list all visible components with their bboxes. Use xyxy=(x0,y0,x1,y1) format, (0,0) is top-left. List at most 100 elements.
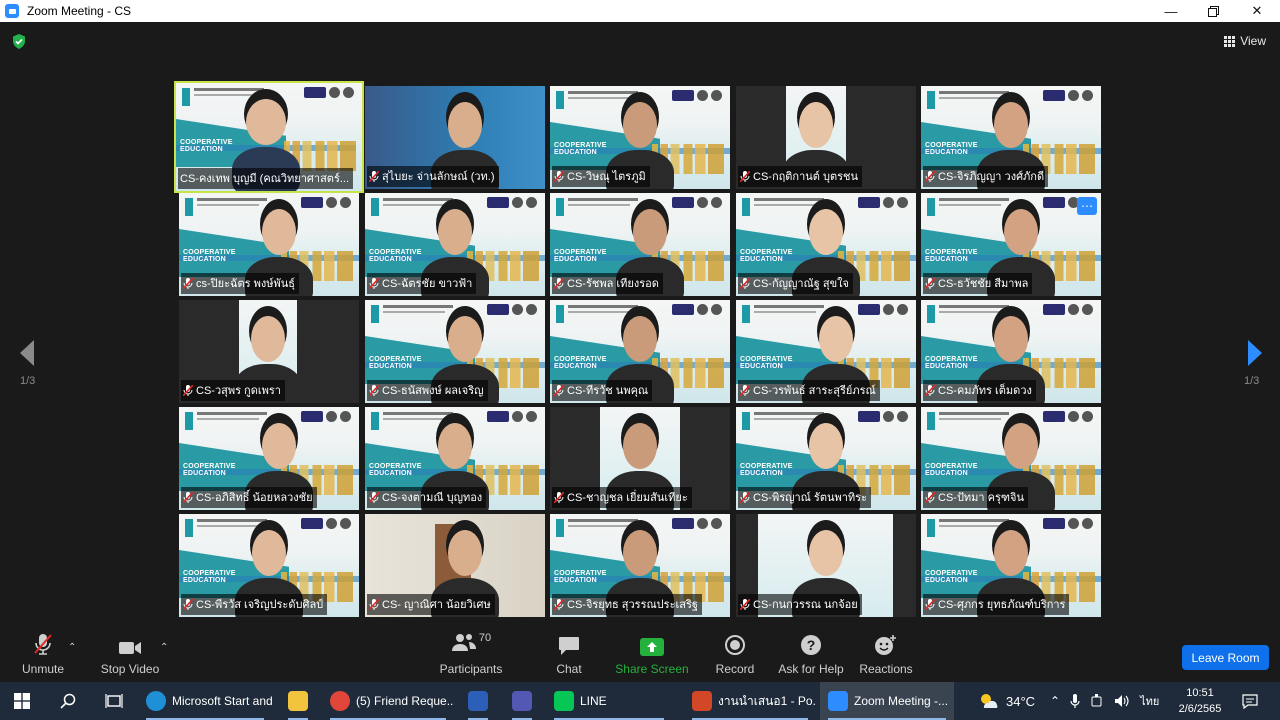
participant-tile[interactable]: COOPERATIVE EDUCATION CS-กัญญาณัฐ สุขใจ xyxy=(736,193,916,296)
microphone-icon[interactable] xyxy=(1070,694,1080,708)
taskbar-app-word[interactable] xyxy=(460,682,496,720)
participant-tile[interactable]: COOPERATIVE EDUCATION CS-วรพันธ์ สาระสุรีย… xyxy=(736,300,916,403)
unmute-label: Unmute xyxy=(21,662,65,676)
participant-tile[interactable]: COOPERATIVE EDUCATION CS-คมภัทร เต็มดวง xyxy=(921,300,1101,403)
participant-name-bar: cs-ปิยะฉัตร พงษ์พันธุ์ xyxy=(181,273,299,294)
participant-tile[interactable]: COOPERATIVE EDUCATION CS-จงตามณี บุญทอง xyxy=(365,407,545,510)
participant-tile[interactable]: CS-กฤติกานต์ บุตรชน xyxy=(736,86,916,189)
video-options-caret[interactable]: ⌃ xyxy=(160,642,168,653)
view-button[interactable]: View xyxy=(1224,34,1266,48)
participant-tile[interactable]: COOPERATIVE EDUCATION CS-อภิสิทธิ์ น้อยหลว… xyxy=(179,407,359,510)
participant-tile[interactable]: CS-ชาญชล เยี่ยมสันเทียะ xyxy=(550,407,730,510)
meeting-toolbar: Unmute ⌃ Stop Video ⌃ 70 Participants Ch… xyxy=(0,632,1280,682)
participant-name-bar: CS-จิรยุทธ สุวรรณประเสริฐ xyxy=(552,594,702,615)
taskbar-app-zoom[interactable]: Zoom Meeting -... xyxy=(820,682,954,720)
chat-button[interactable]: Chat xyxy=(548,632,590,682)
stop-video-button[interactable]: Stop Video xyxy=(98,632,162,682)
show-hidden-icons-chevron-icon[interactable]: ⌃ xyxy=(1050,694,1060,708)
participant-tile[interactable]: COOPERATIVE EDUCATION CS-ธนัสพงษ์ ผลเจริญ xyxy=(365,300,545,403)
slide-coop-text: COOPERATIVE EDUCATION xyxy=(925,463,978,477)
participant-name-bar: CS-กัญญาณัฐ สุขใจ xyxy=(738,273,853,294)
previous-page-icon[interactable] xyxy=(16,338,40,368)
taskbar-app-edge[interactable]: Microsoft Start and... xyxy=(138,682,272,720)
record-label: Record xyxy=(715,662,755,676)
start-button[interactable] xyxy=(0,682,44,720)
edge-icon xyxy=(146,691,166,711)
share-screen-button[interactable]: Share Screen xyxy=(614,632,690,682)
participant-tile[interactable]: CS- ญาณิศา น้อยวิเศษ xyxy=(365,514,545,617)
help-icon: ? xyxy=(801,635,821,655)
participant-tile[interactable]: COOPERATIVE EDUCATION CS-พีรวัส เจริญประดั… xyxy=(179,514,359,617)
minimize-button[interactable]: — xyxy=(1148,0,1194,22)
taskbar-app-chrome[interactable]: (5) Friend Reque... xyxy=(322,682,454,720)
muted-mic-icon xyxy=(740,170,750,182)
participant-tile[interactable]: COOPERATIVE EDUCATION CS-จิรภิญญา วงศ์ภักด… xyxy=(921,86,1101,189)
participant-tile[interactable]: COOPERATIVE EDUCATION CS-รัชพล เทียงรอด xyxy=(550,193,730,296)
participant-tile[interactable]: COOPERATIVE EDUCATION cs-ปิยะฉัตร พงษ์พันธ… xyxy=(179,193,359,296)
participants-label: Participants xyxy=(439,662,503,676)
windows-taskbar: Microsoft Start and... (5) Friend Reque..… xyxy=(0,682,1280,720)
svg-text:?: ? xyxy=(807,637,816,653)
muted-mic-icon xyxy=(925,384,935,396)
close-button[interactable]: ✕ xyxy=(1234,0,1280,22)
participant-name-bar: CS-กนกวรรณ นกจ้อย xyxy=(738,594,862,615)
participant-tile[interactable]: COOPERATIVE EDUCATION CS-พิรญาณ์ รัตนพาทิร… xyxy=(736,407,916,510)
task-view-button[interactable] xyxy=(92,682,136,720)
muted-mic-icon xyxy=(925,598,935,610)
taskbar-app-label: งานนำเสนอ1 - Po... xyxy=(718,693,816,708)
participant-name-bar: CS-คงเทพ บุญมี (คณวิทยาศาสตร์... xyxy=(178,168,354,189)
participant-tile[interactable]: COOPERATIVE EDUCATION CS-ทีรวัช นพคุณ xyxy=(550,300,730,403)
next-page-icon[interactable] xyxy=(1242,338,1266,368)
participant-tile[interactable]: CS-วสุพร กูดเพรา xyxy=(179,300,359,403)
record-button[interactable]: Record xyxy=(714,632,756,682)
taskbar-app-file-explorer[interactable] xyxy=(280,682,316,720)
system-tray: ⌃ ไทย xyxy=(1050,682,1159,720)
participant-tile[interactable]: COOPERATIVE EDUCATION CS-ธวัชชัย สีมาพล ⋯ xyxy=(921,193,1101,296)
slide-coop-text: COOPERATIVE EDUCATION xyxy=(925,249,978,263)
taskbar-clock[interactable]: 10:51 2/6/2565 xyxy=(1172,685,1228,717)
search-button[interactable] xyxy=(46,682,90,720)
battery-icon[interactable] xyxy=(1090,694,1104,708)
video-stage: View 1/3 1/3 COOPERATIVE EDUCATION CS-คงเท… xyxy=(0,22,1280,632)
participant-tile[interactable]: COOPERATIVE EDUCATION CS-คงเทพ บุญมี (คณวิ… xyxy=(174,81,364,193)
muted-mic-icon xyxy=(369,598,379,610)
participant-name-bar: CS-วสุพร กูดเพรา xyxy=(181,380,285,401)
participant-tile[interactable]: COOPERATIVE EDUCATION CS-ฉัตรชัย ขาวฟ้า xyxy=(365,193,545,296)
participant-name: CS-ทีรวัช นพคุณ xyxy=(567,385,649,397)
participant-tile[interactable]: COOPERATIVE EDUCATION CS-จิรยุทธ สุวรรณประ… xyxy=(550,514,730,617)
weather-widget[interactable]: 34°C xyxy=(978,682,1035,720)
encryption-shield-icon[interactable] xyxy=(12,34,26,49)
participant-tile[interactable]: COOPERATIVE EDUCATION CS-ศุภกร ยุทธภัณฑ์บร… xyxy=(921,514,1101,617)
muted-mic-icon xyxy=(183,598,193,610)
participants-button[interactable]: 70 Participants xyxy=(439,632,503,682)
participant-name-bar: CS-ชาญชล เยี่ยมสันเทียะ xyxy=(552,487,692,508)
participant-name: CS-รัชพล เทียงรอด xyxy=(567,278,659,290)
taskbar-app-powerpoint[interactable]: งานนำเสนอ1 - Po... xyxy=(684,682,816,720)
participant-name: CS-อภิสิทธิ์ น้อยหลวงชัย xyxy=(196,492,313,504)
restore-icon xyxy=(1207,5,1219,17)
audio-options-caret[interactable]: ⌃ xyxy=(68,642,76,653)
restore-button[interactable] xyxy=(1190,0,1236,22)
participant-name-bar: CS-รัชพล เทียงรอด xyxy=(552,273,663,294)
participant-tile[interactable]: CS-กนกวรรณ นกจ้อย xyxy=(736,514,916,617)
participant-tile[interactable]: COOPERATIVE EDUCATION CS-ปัทมา ครุฑจิน xyxy=(921,407,1101,510)
taskbar-app-line[interactable]: LINE xyxy=(546,682,672,720)
reactions-button[interactable]: Reactions xyxy=(856,632,916,682)
more-options-button[interactable]: ⋯ xyxy=(1077,197,1097,215)
leave-room-button[interactable]: Leave Room xyxy=(1182,645,1269,670)
line-icon xyxy=(554,691,574,711)
ask-for-help-button[interactable]: ? Ask for Help xyxy=(778,632,844,682)
input-language[interactable]: ไทย xyxy=(1140,692,1159,710)
participant-tile[interactable]: สุไบยะ จ่านลักษณ์ (วท.) xyxy=(365,86,545,189)
clock-date: 2/6/2565 xyxy=(1178,703,1222,715)
notifications-button[interactable] xyxy=(1232,682,1268,720)
powerpoint-icon xyxy=(692,691,712,711)
speaker-volume-icon[interactable] xyxy=(1114,694,1130,708)
video-camera-icon xyxy=(119,642,141,654)
taskbar-app-teams[interactable] xyxy=(504,682,540,720)
unmute-button[interactable]: Unmute xyxy=(18,632,68,682)
participant-tile[interactable]: COOPERATIVE EDUCATION CS-วิษณุ ไตรภูมิ xyxy=(550,86,730,189)
slide-coop-text: COOPERATIVE EDUCATION xyxy=(554,249,607,263)
muted-mic-icon xyxy=(183,384,193,396)
muted-mic-icon xyxy=(740,277,750,289)
